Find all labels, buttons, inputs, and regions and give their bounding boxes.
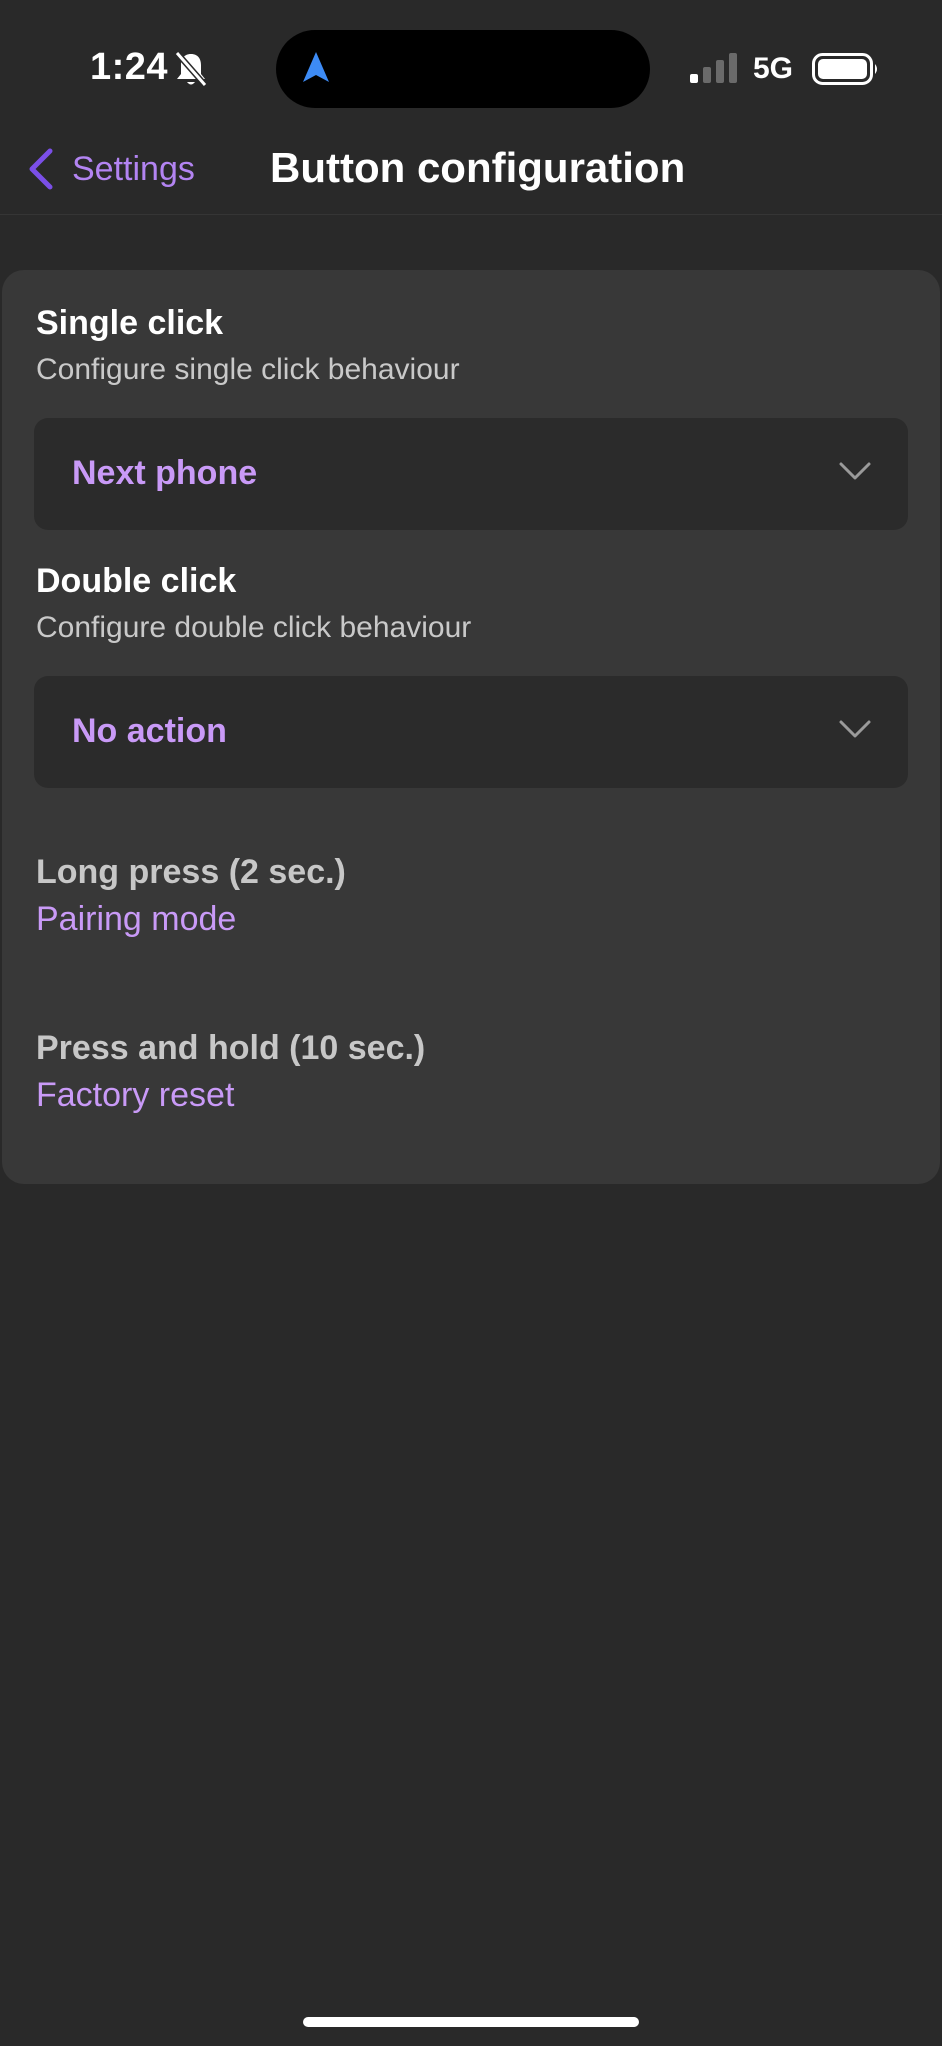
chevron-left-icon (29, 148, 53, 190)
chevron-down-icon (839, 720, 871, 738)
bell-off-icon (174, 51, 208, 87)
home-indicator[interactable] (303, 2017, 639, 2027)
page-title: Button configuration (270, 144, 686, 191)
back-button[interactable]: Settings (26, 140, 195, 198)
button-config-card: Single click Configure single click beha… (2, 270, 940, 1184)
battery-icon (812, 53, 877, 85)
double-click-description: Configure double click behaviour (36, 611, 472, 644)
press-hold-title: Press and hold (10 sec.) (36, 1029, 426, 1067)
double-click-title: Double click (36, 562, 237, 600)
double-click-selected-value: No action (72, 712, 227, 750)
signal-icon (690, 53, 737, 83)
network-type: 5G (753, 52, 794, 85)
chevron-down-icon (839, 462, 871, 480)
dynamic-island (276, 30, 650, 108)
single-click-title: Single click (36, 304, 224, 342)
single-click-description: Configure single click behaviour (36, 353, 460, 386)
press-hold-value: Factory reset (36, 1076, 235, 1114)
status-time: 1:24 (90, 46, 169, 88)
single-click-dropdown[interactable]: Next phone (34, 418, 908, 530)
back-button-label: Settings (72, 149, 195, 188)
double-click-dropdown[interactable]: No action (34, 676, 908, 788)
navigation-bar: Settings Button configuration (0, 140, 942, 215)
navigation-arrow-icon (303, 52, 329, 82)
status-bar: 1:24 5G (0, 0, 942, 140)
long-press-value: Pairing mode (36, 900, 237, 938)
single-click-selected-value: Next phone (72, 454, 258, 492)
long-press-title: Long press (2 sec.) (36, 853, 346, 891)
